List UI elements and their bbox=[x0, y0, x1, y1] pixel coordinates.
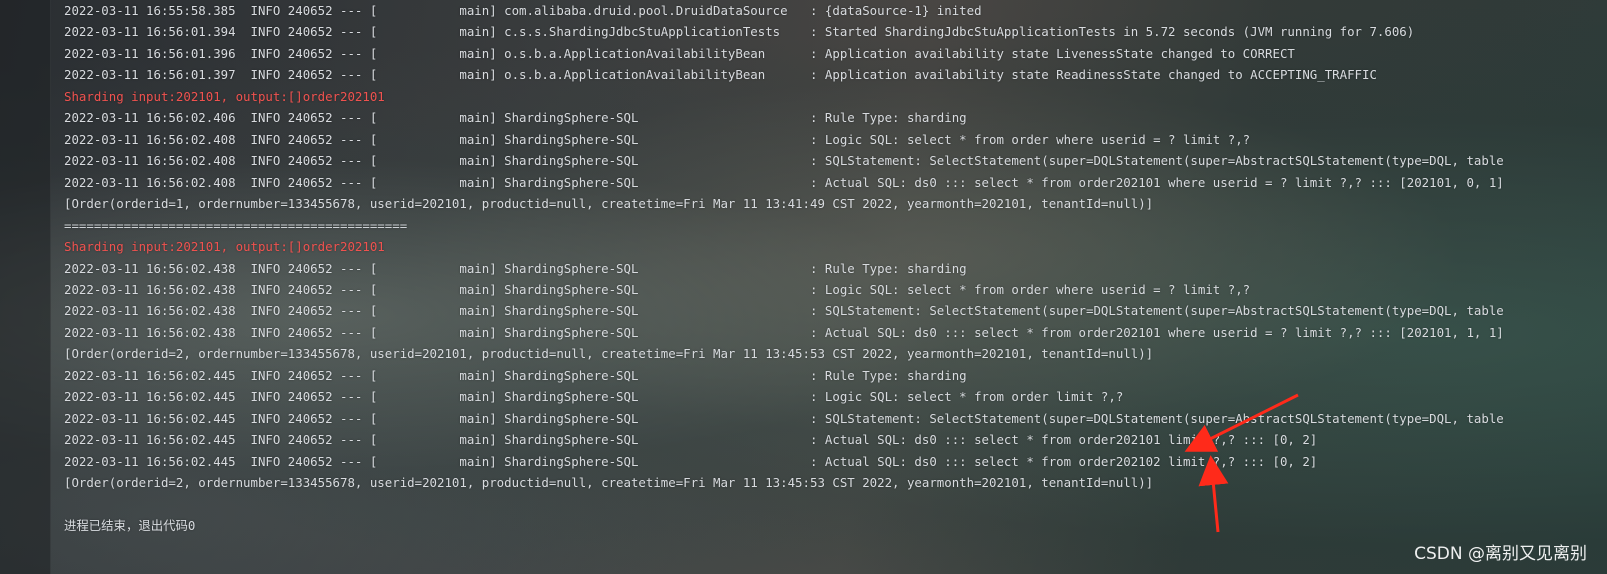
console-line: [Order(orderid=2, ordernumber=133455678,… bbox=[64, 475, 1154, 490]
console-line: 2022-03-11 16:56:02.438 INFO 240652 --- … bbox=[64, 325, 1504, 340]
console-gutter bbox=[0, 0, 51, 574]
console-line: 2022-03-11 16:56:02.438 INFO 240652 --- … bbox=[64, 261, 967, 276]
console-line: 2022-03-11 16:56:02.445 INFO 240652 --- … bbox=[64, 432, 1318, 447]
console-line: 2022-03-11 16:56:02.438 INFO 240652 --- … bbox=[64, 303, 1504, 318]
console-line: 2022-03-11 16:56:02.406 INFO 240652 --- … bbox=[64, 110, 967, 125]
console-line: 2022-03-11 16:56:02.445 INFO 240652 --- … bbox=[64, 368, 967, 383]
console-line: 2022-03-11 16:56:02.445 INFO 240652 --- … bbox=[64, 389, 1124, 404]
console-line: 2022-03-11 16:56:01.397 INFO 240652 --- … bbox=[64, 67, 1377, 82]
run-console-output[interactable]: 2022-03-11 16:55:58.385 INFO 240652 --- … bbox=[64, 0, 1607, 574]
console-line: [Order(orderid=1, ordernumber=133455678,… bbox=[64, 196, 1154, 211]
console-separator: ========================================… bbox=[64, 218, 408, 233]
console-line: 2022-03-11 16:56:01.396 INFO 240652 --- … bbox=[64, 46, 1295, 61]
console-line: 2022-03-11 16:56:02.445 INFO 240652 --- … bbox=[64, 411, 1504, 426]
console-line: 2022-03-11 16:56:01.394 INFO 240652 --- … bbox=[64, 24, 1415, 39]
console-line-error: Sharding input:202101, output:[]order202… bbox=[64, 89, 385, 104]
console-line: 2022-03-11 16:55:58.385 INFO 240652 --- … bbox=[64, 3, 982, 18]
console-line: 2022-03-11 16:56:02.408 INFO 240652 --- … bbox=[64, 132, 1251, 147]
process-exit-message: 进程已结束，退出代码0 bbox=[64, 518, 196, 533]
console-line: 2022-03-11 16:56:02.408 INFO 240652 --- … bbox=[64, 175, 1504, 190]
console-line-error: Sharding input:202101, output:[]order202… bbox=[64, 239, 385, 254]
console-line: [Order(orderid=2, ordernumber=133455678,… bbox=[64, 346, 1154, 361]
console-line: 2022-03-11 16:56:02.438 INFO 240652 --- … bbox=[64, 282, 1251, 297]
console-line: 2022-03-11 16:56:02.445 INFO 240652 --- … bbox=[64, 454, 1318, 469]
console-line: 2022-03-11 16:56:02.408 INFO 240652 --- … bbox=[64, 153, 1504, 168]
csdn-watermark: CSDN @离别又见离别 bbox=[1414, 544, 1587, 564]
